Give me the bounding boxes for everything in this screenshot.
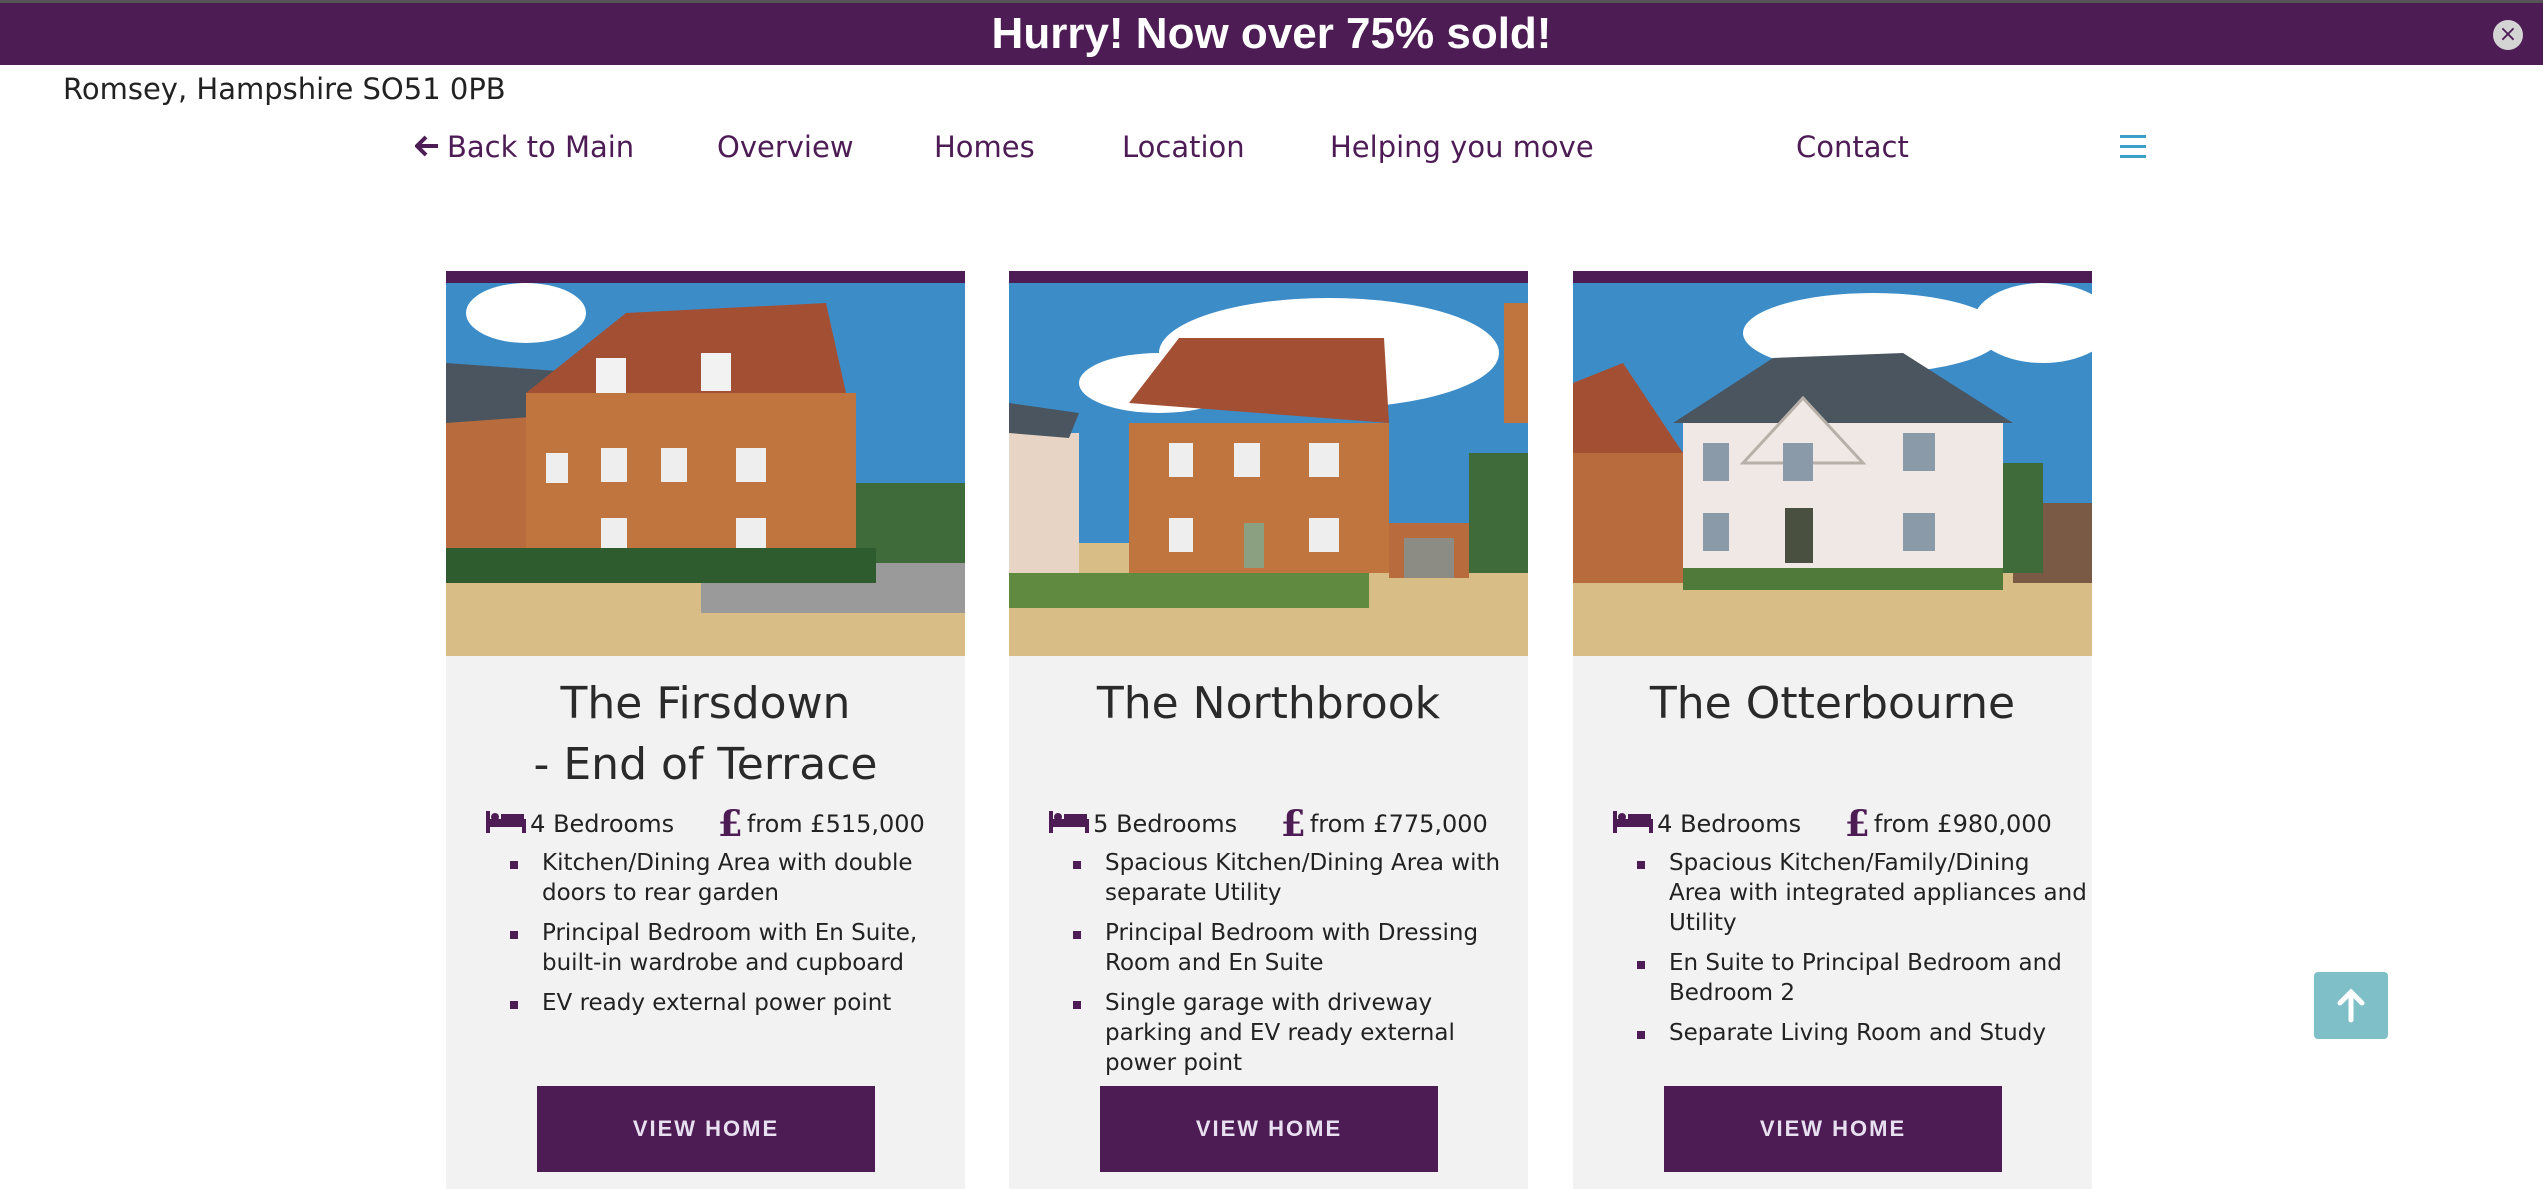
bed-icon bbox=[486, 809, 527, 841]
pound-icon: £ bbox=[717, 803, 743, 845]
feature-item: EV ready external power point bbox=[506, 988, 961, 1018]
nav-item-contact[interactable]: Contact bbox=[1796, 130, 1909, 164]
feature-item: En Suite to Principal Bedroom and Bedroo… bbox=[1633, 948, 2088, 1008]
feature-item: Spacious Kitchen/Family/Dining Area with… bbox=[1633, 848, 2088, 938]
scroll-to-top-button[interactable] bbox=[2314, 972, 2388, 1039]
view-home-button[interactable]: VIEW HOME bbox=[537, 1086, 875, 1172]
feature-list: Kitchen/Dining Area with double doors to… bbox=[506, 848, 961, 1028]
bedrooms-count: 4 Bedrooms bbox=[530, 810, 675, 838]
main-nav: Back to Main Overview Homes Location Hel… bbox=[0, 130, 2543, 170]
feature-list: Spacious Kitchen/Dining Area with separa… bbox=[1069, 848, 1524, 1088]
arrow-left-icon bbox=[414, 130, 439, 164]
hamburger-menu-icon[interactable] bbox=[2120, 135, 2146, 165]
home-image[interactable] bbox=[446, 283, 965, 656]
promo-banner-text: Hurry! Now over 75% sold! bbox=[991, 9, 1552, 58]
home-specs: 4 Bedrooms £ from £515,000 bbox=[446, 803, 965, 845]
back-to-main-label: Back to Main bbox=[447, 130, 635, 164]
view-home-button[interactable]: VIEW HOME bbox=[1100, 1086, 1438, 1172]
feature-item: Single garage with driveway parking and … bbox=[1069, 988, 1524, 1078]
home-price: from £775,000 bbox=[1309, 810, 1488, 838]
feature-list: Spacious Kitchen/Family/Dining Area with… bbox=[1633, 848, 2088, 1058]
home-specs: 5 Bedrooms £ from £775,000 bbox=[1009, 803, 1528, 845]
feature-item: Kitchen/Dining Area with double doors to… bbox=[506, 848, 961, 908]
bedrooms-count: 5 Bedrooms bbox=[1093, 810, 1238, 838]
bed-icon bbox=[1049, 809, 1090, 841]
home-title-line1: The Otterbourne bbox=[1649, 678, 2016, 729]
feature-item: Separate Living Room and Study bbox=[1633, 1018, 2088, 1048]
home-price: from £515,000 bbox=[746, 810, 925, 838]
nav-item-overview[interactable]: Overview bbox=[717, 130, 854, 164]
view-home-button[interactable]: VIEW HOME bbox=[1664, 1086, 2002, 1172]
home-title: The Otterbourne bbox=[1573, 673, 2092, 734]
feature-item: Spacious Kitchen/Dining Area with separa… bbox=[1069, 848, 1524, 908]
nav-item-location[interactable]: Location bbox=[1122, 130, 1245, 164]
home-title-line2: - End of Terrace bbox=[533, 739, 878, 790]
back-to-main-link[interactable]: Back to Main bbox=[414, 130, 635, 164]
home-title-line1: The Northbrook bbox=[1096, 678, 1441, 729]
promo-banner: Hurry! Now over 75% sold! × bbox=[0, 0, 2543, 65]
development-address: Romsey, Hampshire SO51 0PB bbox=[63, 72, 506, 106]
nav-item-homes[interactable]: Homes bbox=[934, 130, 1035, 164]
home-image[interactable] bbox=[1009, 283, 1528, 656]
close-icon[interactable]: × bbox=[2493, 20, 2523, 50]
arrow-up-icon bbox=[2314, 988, 2388, 1043]
home-title: The Firsdown - End of Terrace bbox=[446, 673, 965, 795]
bedrooms-count: 4 Bedrooms bbox=[1657, 810, 1802, 838]
home-title: The Northbrook bbox=[1009, 673, 1528, 734]
home-title-line1: The Firsdown bbox=[560, 678, 851, 729]
pound-icon: £ bbox=[1280, 803, 1306, 845]
home-card-northbrook: The Northbrook 5 Bedrooms £ from £775,000… bbox=[1009, 271, 1528, 1189]
nav-item-helping-you-move[interactable]: Helping you move bbox=[1330, 130, 1594, 164]
pound-icon: £ bbox=[1844, 803, 1870, 845]
home-image[interactable] bbox=[1573, 283, 2092, 656]
home-card-otterbourne: The Otterbourne 4 Bedrooms £ from £980,00… bbox=[1573, 271, 2092, 1189]
home-card-firsdown: The Firsdown - End of Terrace 4 Bedrooms… bbox=[446, 271, 965, 1189]
feature-item: Principal Bedroom with En Suite, built-i… bbox=[506, 918, 961, 978]
home-specs: 4 Bedrooms £ from £980,000 bbox=[1573, 803, 2092, 845]
home-price: from £980,000 bbox=[1873, 810, 2052, 838]
feature-item: Principal Bedroom with Dressing Room and… bbox=[1069, 918, 1524, 978]
bed-icon bbox=[1613, 809, 1654, 841]
